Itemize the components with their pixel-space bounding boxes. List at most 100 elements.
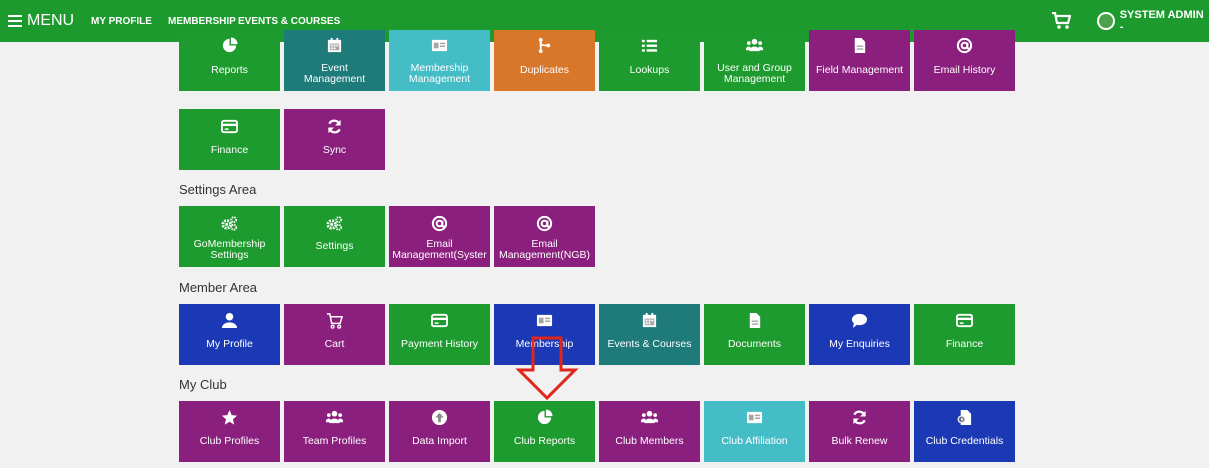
tile-lookups[interactable]: Lookups: [599, 30, 700, 91]
tile-duplicates[interactable]: Duplicates: [494, 30, 595, 91]
tile-label: Documents: [727, 339, 782, 350]
tile-club-credentials[interactable]: Club Credentials: [914, 401, 1015, 462]
member-area-heading: Member Area: [179, 280, 258, 295]
id-card-icon: [746, 411, 763, 424]
tile-label: Settings: [315, 241, 354, 252]
file-icon: [854, 37, 866, 54]
tile-payment-history[interactable]: Payment History: [389, 304, 490, 365]
tile-settings[interactable]: Settings: [284, 206, 385, 267]
tile-membership-management[interactable]: Membership Management: [389, 30, 490, 91]
card-icon: [956, 313, 973, 328]
tile-label: Event Management: [303, 63, 366, 85]
users-icon: [746, 38, 763, 52]
settings-area-heading: Settings Area: [179, 182, 257, 197]
tile-club-profiles[interactable]: Club Profiles: [179, 401, 280, 462]
tile-field-management[interactable]: Field Management: [809, 30, 910, 91]
tile-label: Reports: [211, 65, 248, 76]
tile-label: Membership Management: [408, 63, 471, 85]
menu-button[interactable]: MENU: [8, 0, 74, 42]
calendar-icon: [642, 312, 657, 328]
tile-email-management-syster[interactable]: Email Management(Syster: [389, 206, 490, 267]
chat-icon: [851, 313, 868, 329]
tile-label: Duplicates: [519, 65, 570, 76]
menu-label: MENU: [27, 12, 75, 29]
tile-bulk-renew[interactable]: Bulk Renew: [809, 401, 910, 462]
tile-label: Email Management(NGB): [498, 239, 591, 261]
list-icon: [641, 39, 658, 52]
card-icon: [431, 313, 448, 328]
user-menu[interactable]: SYSTEM ADMIN -: [1097, 0, 1209, 42]
avatar: [1097, 12, 1115, 30]
tile-label: Data Import: [412, 436, 467, 447]
sync-icon: [853, 410, 866, 425]
cart-icon: [326, 313, 343, 329]
user-icon: [221, 312, 238, 329]
tile-label: Finance: [210, 145, 249, 156]
calendar-icon: [327, 37, 342, 53]
hamburger-icon: [8, 12, 22, 30]
at-icon: [536, 215, 553, 232]
tile-label: Club Profiles: [199, 436, 260, 447]
tile-my-profile[interactable]: My Profile: [179, 304, 280, 365]
tile-label: Club Reports: [513, 436, 576, 447]
tile-cart[interactable]: Cart: [284, 304, 385, 365]
tile-events-courses[interactable]: Events & Courses: [599, 304, 700, 365]
upload-icon: [431, 409, 448, 426]
cogs-icon: [221, 216, 238, 231]
tile-team-profiles[interactable]: Team Profiles: [284, 401, 385, 462]
tile-label: Email Management(Syster: [392, 239, 487, 261]
users-icon: [641, 410, 658, 424]
my-club-heading: My Club: [179, 377, 227, 392]
tile-label: Field Management: [816, 65, 903, 76]
tile-finance[interactable]: Finance: [179, 109, 280, 170]
tile-event-management[interactable]: Event Management: [284, 30, 385, 91]
tile-label: My Profile: [206, 339, 253, 350]
tile-label: Cart: [324, 339, 345, 350]
tile-label: My Enquiries: [829, 339, 890, 350]
tile-label: Finance: [945, 339, 984, 350]
users-icon: [326, 410, 343, 424]
cart-icon[interactable]: [1051, 12, 1071, 30]
pie-chart-icon: [222, 37, 238, 53]
tile-label: Email History: [933, 65, 996, 76]
tile-email-management-ngb[interactable]: Email Management(NGB): [494, 206, 595, 267]
merge-icon: [538, 37, 551, 54]
id-card-icon: [431, 39, 448, 52]
tile-my-enquiries[interactable]: My Enquiries: [809, 304, 910, 365]
at-icon: [956, 37, 973, 54]
star-icon: [221, 409, 238, 425]
tile-label: Sync: [322, 145, 347, 156]
at-icon: [431, 215, 448, 232]
key-file-icon: [957, 409, 972, 426]
tile-user-and-group-management[interactable]: User and Group Management: [704, 30, 805, 91]
tile-club-reports[interactable]: Club Reports: [494, 401, 595, 462]
tile-email-history[interactable]: Email History: [914, 30, 1015, 91]
pie-chart-icon: [537, 409, 553, 425]
card-icon: [221, 119, 238, 134]
tile-label: Club Members: [615, 436, 684, 447]
tile-label: Lookups: [629, 65, 670, 76]
tile-label: Team Profiles: [302, 436, 367, 447]
tile-club-affiliation[interactable]: Club Affiliation: [704, 401, 805, 462]
file-icon: [749, 312, 761, 329]
tile-label: Events & Courses: [607, 339, 692, 350]
nav-my-profile[interactable]: MY PROFILE: [91, 0, 152, 42]
tile-label: Payment History: [400, 339, 479, 350]
tile-sync[interactable]: Sync: [284, 109, 385, 170]
user-label: SYSTEM ADMIN -: [1119, 9, 1204, 33]
tile-club-members[interactable]: Club Members: [599, 401, 700, 462]
tile-documents[interactable]: Documents: [704, 304, 805, 365]
tile-label: User and Group Management: [717, 63, 792, 85]
tile-label: Club Credentials: [925, 436, 1004, 447]
tile-data-import[interactable]: Data Import: [389, 401, 490, 462]
tile-reports[interactable]: Reports: [179, 30, 280, 91]
tile-label: Bulk Renew: [831, 436, 888, 447]
id-card-icon: [536, 314, 553, 327]
red-arrow-annotation: [515, 336, 579, 400]
sync-icon: [328, 119, 341, 134]
tile-label: Club Affiliation: [721, 436, 788, 447]
tile-finance[interactable]: Finance: [914, 304, 1015, 365]
tile-gomembership-settings[interactable]: GoMembership Settings: [179, 206, 280, 267]
cogs-icon: [326, 216, 343, 231]
tile-label: GoMembership Settings: [193, 239, 266, 261]
